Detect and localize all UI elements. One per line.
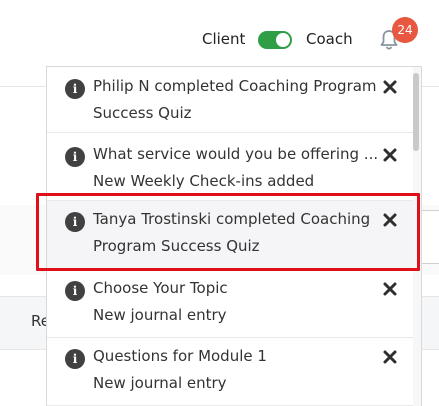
info-icon: i bbox=[65, 79, 85, 99]
notification-subtitle: Success Quiz bbox=[93, 104, 192, 122]
close-icon[interactable] bbox=[380, 145, 400, 165]
notification-item[interactable]: i What service would you be offering ...… bbox=[47, 133, 421, 201]
notification-subtitle: New journal entry bbox=[93, 374, 227, 392]
notification-title: Questions for Module 1 bbox=[93, 347, 267, 365]
notification-item[interactable]: i Philip N completed Coaching Program Su… bbox=[47, 67, 421, 133]
notification-title: Choose Your Topic bbox=[93, 279, 228, 297]
close-icon[interactable] bbox=[380, 77, 400, 97]
coach-label[interactable]: Coach bbox=[306, 30, 353, 48]
notification-subtitle: New Weekly Check-ins added bbox=[93, 172, 315, 190]
notification-item[interactable]: i Choose Your Topic New journal entry bbox=[47, 270, 421, 338]
notification-item[interactable]: i Questions for Module 1 New journal ent… bbox=[47, 338, 421, 406]
info-icon: i bbox=[65, 349, 85, 369]
notification-title: What service would you be offering ... bbox=[93, 145, 379, 163]
notification-subtitle: New journal entry bbox=[93, 306, 227, 324]
info-icon: i bbox=[65, 147, 85, 167]
notification-count-badge: 24 bbox=[392, 17, 418, 43]
close-icon[interactable] bbox=[380, 347, 400, 367]
info-icon: i bbox=[65, 281, 85, 301]
highlight-box bbox=[36, 193, 420, 271]
client-coach-toggle[interactable] bbox=[258, 31, 292, 49]
scrollbar-thumb[interactable] bbox=[413, 73, 419, 151]
notification-title: Philip N completed Coaching Program bbox=[93, 77, 377, 95]
toggle-knob bbox=[276, 33, 290, 47]
client-label[interactable]: Client bbox=[202, 30, 245, 48]
close-icon[interactable] bbox=[380, 279, 400, 299]
